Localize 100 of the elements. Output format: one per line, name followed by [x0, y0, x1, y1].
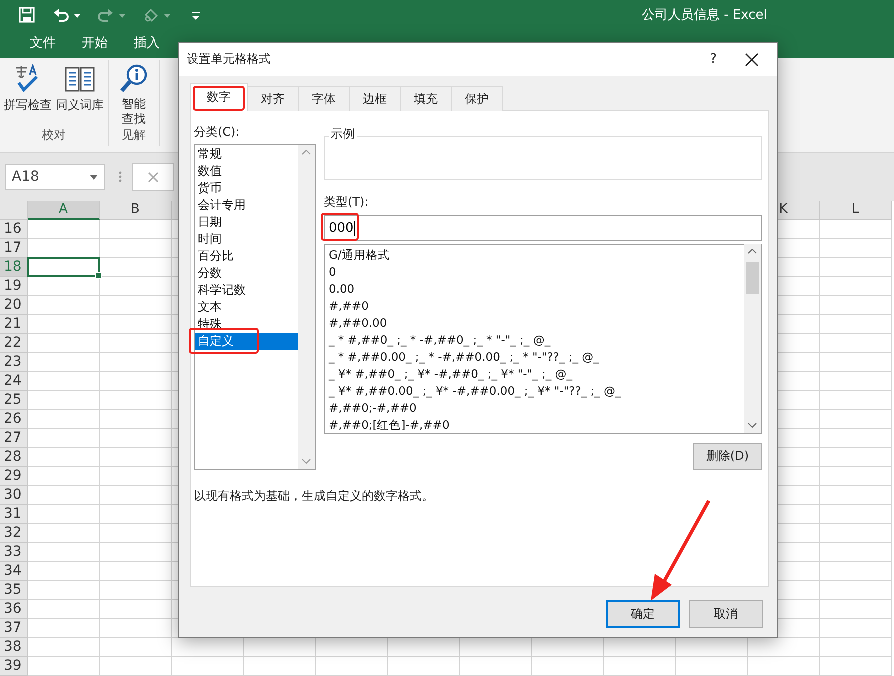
grid-cell[interactable]: [28, 562, 100, 581]
grid-cell[interactable]: [100, 429, 172, 448]
grid-cell[interactable]: [100, 524, 172, 543]
dialog-tab[interactable]: 边框: [349, 86, 401, 111]
grid-cell[interactable]: [820, 372, 892, 391]
grid-cell[interactable]: [820, 467, 892, 486]
save-icon[interactable]: [18, 6, 36, 24]
grid-cell[interactable]: [100, 296, 172, 315]
row-header[interactable]: 32: [0, 524, 28, 543]
grid-cell[interactable]: [28, 353, 100, 372]
grid-cell[interactable]: [28, 296, 100, 315]
close-icon[interactable]: [745, 52, 759, 66]
category-item[interactable]: 货币: [195, 180, 298, 197]
grid-cell[interactable]: [28, 638, 100, 657]
grid-cell[interactable]: [28, 543, 100, 562]
grid-cell[interactable]: [820, 543, 892, 562]
grid-cell[interactable]: [820, 448, 892, 467]
grid-cell[interactable]: [28, 277, 100, 296]
grid-cell[interactable]: [820, 391, 892, 410]
grid-cell[interactable]: [100, 258, 172, 277]
grid-cell[interactable]: [820, 657, 892, 676]
grid-cell[interactable]: [820, 486, 892, 505]
ribbon-tab[interactable]: 插入: [121, 32, 173, 58]
category-item[interactable]: 日期: [195, 214, 298, 231]
scroll-down-icon[interactable]: [748, 423, 757, 428]
format-item[interactable]: G/通用格式: [329, 247, 744, 264]
scroll-up-icon[interactable]: [748, 249, 757, 254]
category-item[interactable]: 科学记数: [195, 282, 298, 299]
category-item[interactable]: 文本: [195, 299, 298, 316]
format-item[interactable]: _ * #,##0_ ;_ * -#,##0_ ;_ * "-"_ ;_ @_: [329, 332, 744, 349]
row-header[interactable]: 33: [0, 543, 28, 562]
fill-handle[interactable]: [95, 272, 102, 279]
grid-cell[interactable]: [820, 277, 892, 296]
row-header[interactable]: 36: [0, 600, 28, 619]
grid-cell[interactable]: [28, 334, 100, 353]
format-item[interactable]: #,##0: [329, 298, 744, 315]
search-info-icon[interactable]: [119, 64, 149, 94]
dialog-tab[interactable]: 字体: [298, 86, 350, 111]
scrollbar[interactable]: [298, 145, 315, 469]
grid-cell[interactable]: [100, 543, 172, 562]
category-item[interactable]: 时间: [195, 231, 298, 248]
grid-cell[interactable]: [100, 239, 172, 258]
row-header[interactable]: 39: [0, 657, 28, 676]
grid-cell[interactable]: [100, 467, 172, 486]
row-header[interactable]: 19: [0, 277, 28, 296]
column-header[interactable]: A: [28, 201, 100, 220]
grid-cell[interactable]: [100, 353, 172, 372]
format-item[interactable]: _ ¥* #,##0_ ;_ ¥* -#,##0_ ;_ ¥* "-"_ ;_ @_: [329, 366, 744, 383]
grid-cell[interactable]: [388, 657, 460, 676]
row-header[interactable]: 27: [0, 429, 28, 448]
row-header[interactable]: 17: [0, 239, 28, 258]
grid-cell[interactable]: [28, 505, 100, 524]
grid-cell[interactable]: [100, 391, 172, 410]
ok-button[interactable]: 确定: [606, 600, 680, 628]
dialog-tab[interactable]: 填充: [400, 86, 452, 111]
grid-cell[interactable]: [28, 315, 100, 334]
ribbon-command-label[interactable]: 拼写检查: [4, 97, 52, 114]
grid-cell[interactable]: [820, 296, 892, 315]
grid-cell[interactable]: [100, 448, 172, 467]
format-item[interactable]: 0.00: [329, 281, 744, 298]
grid-cell[interactable]: [460, 657, 532, 676]
row-header[interactable]: 37: [0, 619, 28, 638]
grid-cell[interactable]: [820, 258, 892, 277]
grid-cell[interactable]: [100, 505, 172, 524]
row-header[interactable]: 31: [0, 505, 28, 524]
format-item[interactable]: #,##0.00: [329, 315, 744, 332]
category-item[interactable]: 会计专用: [195, 197, 298, 214]
grid-cell[interactable]: [28, 619, 100, 638]
row-header[interactable]: 16: [0, 220, 28, 239]
grid-cell[interactable]: [28, 600, 100, 619]
dialog-tab[interactable]: 数字: [190, 83, 248, 111]
grid-cell[interactable]: [820, 562, 892, 581]
grid-cell[interactable]: [100, 315, 172, 334]
grid-cell[interactable]: [100, 372, 172, 391]
format-item[interactable]: #,##0;-#,##0: [329, 400, 744, 417]
grid-cell[interactable]: [100, 657, 172, 676]
scrollbar-thumb[interactable]: [746, 262, 759, 294]
grid-cell[interactable]: [172, 657, 244, 676]
grid-cell[interactable]: [676, 657, 748, 676]
grid-cell[interactable]: [820, 220, 892, 239]
delete-button[interactable]: 删除(D): [693, 443, 762, 470]
ribbon-command-label[interactable]: 智能查找: [122, 97, 146, 127]
grid-cell[interactable]: [28, 524, 100, 543]
grid-cell[interactable]: [28, 372, 100, 391]
grid-cell[interactable]: [820, 429, 892, 448]
grid-cell[interactable]: [28, 581, 100, 600]
grid-cell[interactable]: [820, 581, 892, 600]
format-item[interactable]: 0: [329, 264, 744, 281]
scroll-down-icon[interactable]: [302, 459, 311, 464]
grid-cell[interactable]: [100, 486, 172, 505]
undo-icon[interactable]: [52, 6, 70, 24]
grid-cell[interactable]: [100, 600, 172, 619]
grid-cell[interactable]: [244, 657, 316, 676]
row-header[interactable]: 23: [0, 353, 28, 372]
column-header[interactable]: L: [820, 201, 892, 220]
type-input-field[interactable]: 000: [324, 215, 762, 241]
grid-cell[interactable]: [100, 619, 172, 638]
grid-cell[interactable]: [748, 657, 820, 676]
category-item[interactable]: 百分比: [195, 248, 298, 265]
row-header[interactable]: 22: [0, 334, 28, 353]
